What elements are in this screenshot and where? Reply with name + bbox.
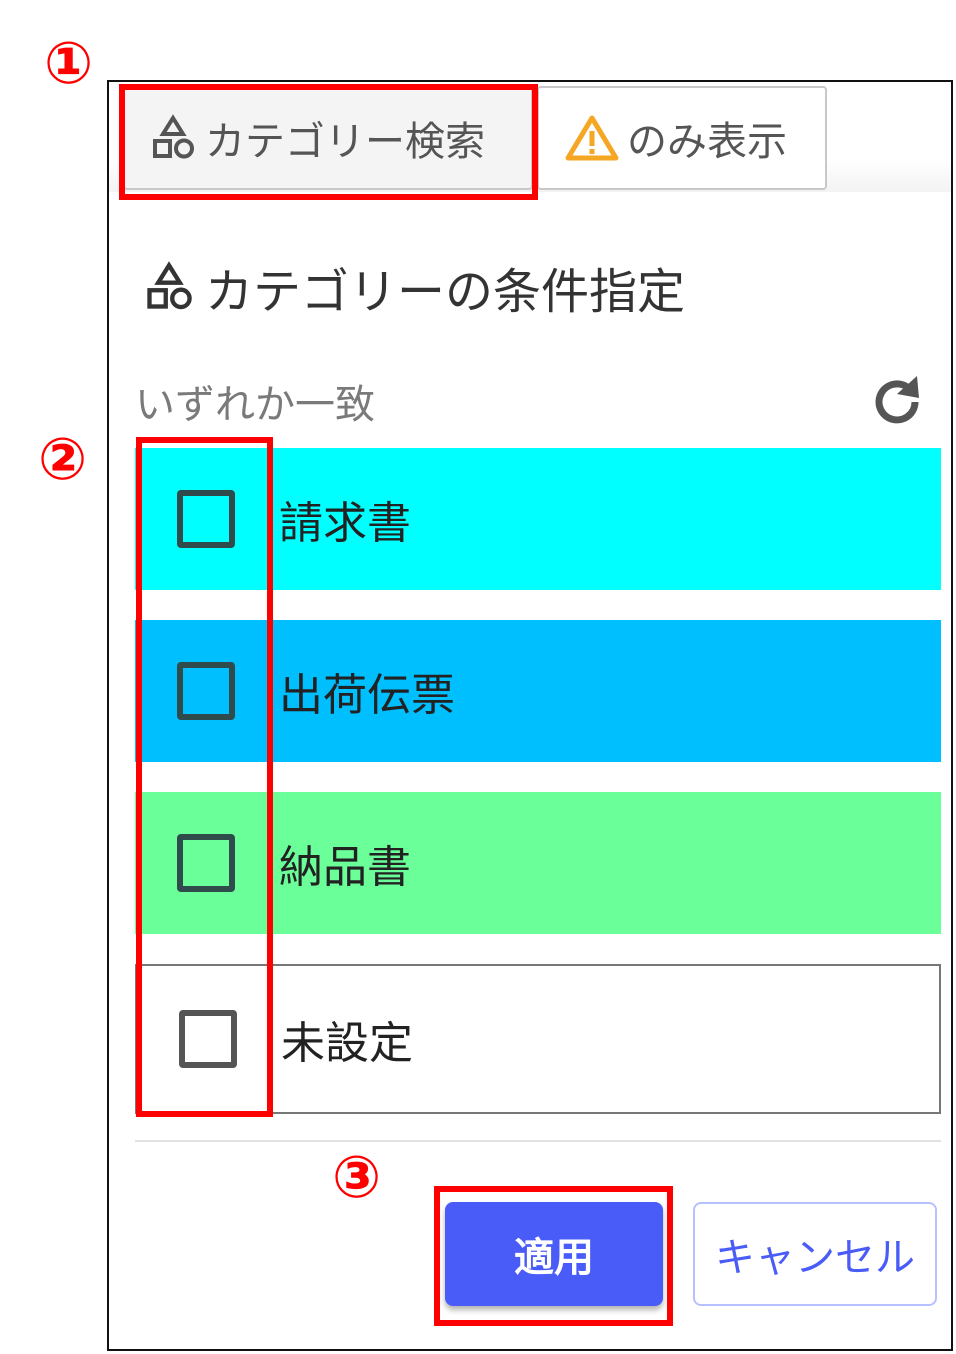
annotation-number-3: ③ [332, 1143, 382, 1211]
category-checkbox[interactable] [177, 662, 235, 720]
tab-category-search-label: カテゴリー検索 [205, 119, 485, 165]
category-label: 請求書 [279, 498, 411, 549]
annotation-number-1: ① [44, 29, 94, 97]
category-row-nohinsho[interactable]: 納品書 [135, 792, 941, 934]
tab-warning-only[interactable]: のみ表示 [537, 86, 827, 190]
match-mode-label: いずれか一致 [135, 382, 375, 428]
section-title-text: カテゴリーの条件指定 [205, 264, 686, 320]
refresh-icon [875, 376, 919, 424]
apply-button[interactable]: 適用 [445, 1202, 663, 1306]
section-title: カテゴリーの条件指定 [143, 252, 685, 322]
reset-button[interactable] [865, 370, 929, 434]
category-label: 納品書 [279, 842, 411, 893]
category-row-shukka-denpyo[interactable]: 出荷伝票 [135, 620, 941, 762]
category-checkbox[interactable] [179, 1010, 237, 1068]
category-row-seikyusho[interactable]: 請求書 [135, 448, 941, 590]
category-label: 未設定 [281, 1018, 413, 1069]
category-checkbox[interactable] [177, 834, 235, 892]
category-checkbox[interactable] [177, 490, 235, 548]
footer-divider [135, 1140, 941, 1142]
shapes-icon [147, 261, 192, 310]
category-filter-panel: カテゴリー検索 のみ表示 カテゴリーの条件指定 いずれか一致 請求書 出荷伝票 … [107, 80, 953, 1351]
cancel-button[interactable]: キャンセル [693, 1202, 937, 1306]
tab-bar: カテゴリー検索 のみ表示 [109, 82, 951, 192]
category-row-misettei[interactable]: 未設定 [135, 964, 941, 1114]
shapes-icon [153, 114, 194, 159]
category-label: 出荷伝票 [279, 670, 455, 721]
warning-icon [565, 115, 619, 161]
tab-warning-only-label: のみ表示 [627, 119, 787, 165]
annotation-number-2: ② [38, 425, 88, 493]
tab-category-search[interactable]: カテゴリー検索 [123, 86, 533, 190]
